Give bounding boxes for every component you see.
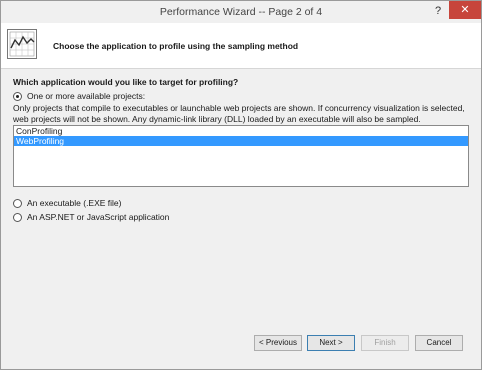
performance-chart-icon (7, 29, 37, 59)
header-instruction: Choose the application to profile using … (53, 41, 299, 51)
projects-listbox[interactable]: ConProfiling WebProfiling (13, 125, 469, 187)
wizard-header: Choose the application to profile using … (1, 23, 481, 69)
close-button[interactable]: ✕ (449, 1, 481, 19)
help-button[interactable]: ? (431, 3, 445, 19)
title-bar: Performance Wizard -- Page 2 of 4 ? ✕ (1, 1, 481, 24)
previous-button[interactable]: < Previous (254, 335, 302, 351)
option-aspnet-row[interactable]: An ASP.NET or JavaScript application (13, 212, 169, 222)
option-aspnet-radio[interactable] (13, 212, 22, 222)
option-executable-radio[interactable] (13, 198, 22, 208)
wizard-window: Performance Wizard -- Page 2 of 4 ? ✕ Ch… (0, 0, 482, 370)
option-executable-label: An executable (.EXE file) (27, 198, 122, 208)
option-projects-row[interactable]: One or more available projects: (13, 91, 145, 101)
projects-description: Only projects that compile to executable… (13, 103, 465, 124)
window-title: Performance Wizard -- Page 2 of 4 (159, 6, 323, 18)
finish-button[interactable]: Finish (361, 335, 409, 351)
option-projects-label: One or more available projects: (27, 91, 146, 101)
option-projects-radio[interactable] (13, 91, 22, 101)
option-executable-row[interactable]: An executable (.EXE file) (13, 198, 122, 208)
list-item[interactable]: WebProfiling (14, 136, 468, 146)
target-question: Which application would you like to targ… (13, 77, 239, 87)
next-button[interactable]: Next > (307, 335, 355, 351)
wizard-body: Which application would you like to targ… (1, 69, 481, 369)
cancel-button[interactable]: Cancel (415, 335, 463, 351)
option-aspnet-label: An ASP.NET or JavaScript application (27, 212, 170, 222)
list-item[interactable]: ConProfiling (14, 126, 468, 136)
